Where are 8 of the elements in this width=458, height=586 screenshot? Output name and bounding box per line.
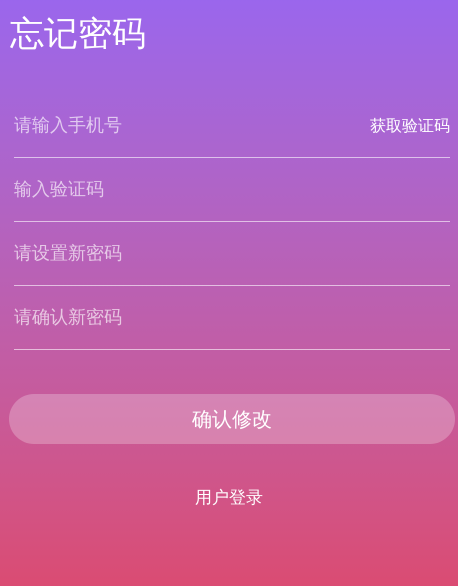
input-field[interactable]: 请确认新密码	[14, 298, 450, 338]
user-login-link[interactable]: 用户登录	[195, 486, 263, 512]
input-field[interactable]: 请输入手机号	[14, 106, 370, 146]
input-field[interactable]: 输入验证码	[14, 170, 450, 210]
input-field[interactable]: 请设置新密码	[14, 234, 450, 274]
get-code-button[interactable]: 获取验证码	[370, 114, 450, 138]
confirm-button[interactable]: 确认修改	[9, 394, 455, 444]
page-title: 忘记密码	[10, 14, 146, 54]
